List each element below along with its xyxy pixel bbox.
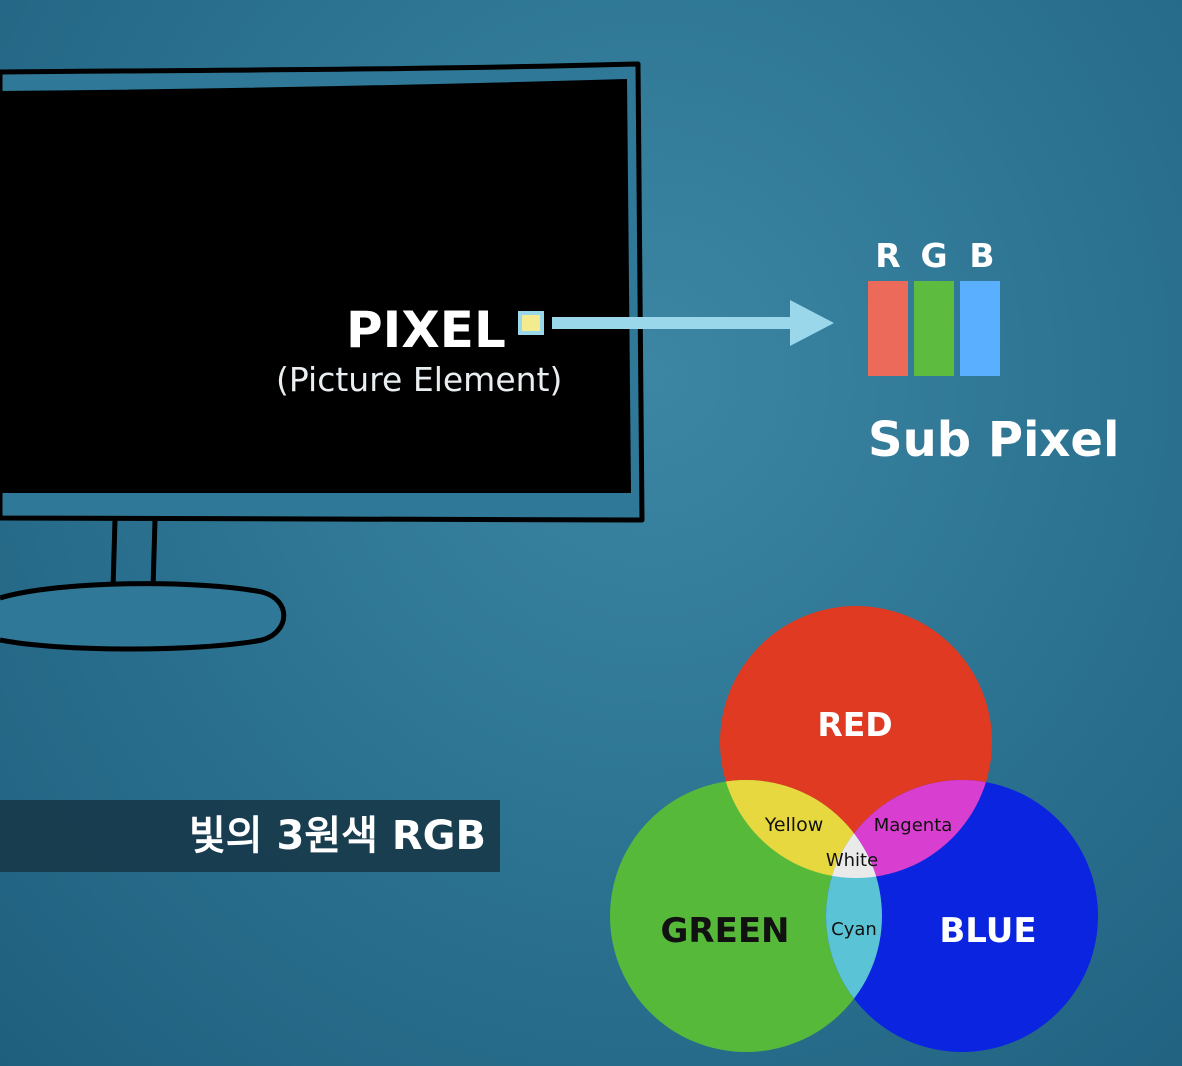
subpixel-red-bar [868, 281, 908, 376]
venn-label-red: RED [817, 705, 892, 744]
subpixel-green-bar [914, 281, 954, 376]
venn-label-magenta: Magenta [874, 815, 953, 836]
subpixel-label: Sub Pixel [868, 412, 1120, 468]
caption-text: 빛의 3원색 RGB [188, 813, 486, 859]
diagram-artwork: RED GREEN BLUE Yellow Magenta White Cyan [0, 61, 1098, 1052]
diagram-canvas: RED GREEN BLUE Yellow Magenta White Cyan… [0, 0, 1182, 1066]
venn-label-green: GREEN [661, 911, 790, 951]
subpixel-letter-b: B [969, 236, 995, 275]
subpixel-letter-g: G [920, 236, 948, 275]
pixel-title: PIXEL [346, 301, 506, 359]
monitor-stand-base [0, 581, 287, 652]
rgb-venn-diagram: RED GREEN BLUE Yellow Magenta White Cyan [610, 606, 1098, 1052]
subpixel-letter-r: R [875, 236, 901, 275]
venn-label-yellow: Yellow [764, 814, 824, 836]
pixel-marker [518, 311, 544, 335]
venn-label-blue: BLUE [939, 911, 1036, 951]
subpixel-blue-bar [960, 281, 1000, 376]
monitor-stand-neck [110, 517, 158, 591]
monitor [0, 61, 645, 652]
venn-label-cyan: Cyan [831, 919, 877, 940]
pixel-subtitle: (Picture Element) [276, 360, 563, 399]
venn-label-white: White [826, 850, 878, 871]
monitor-screen [0, 78, 632, 494]
